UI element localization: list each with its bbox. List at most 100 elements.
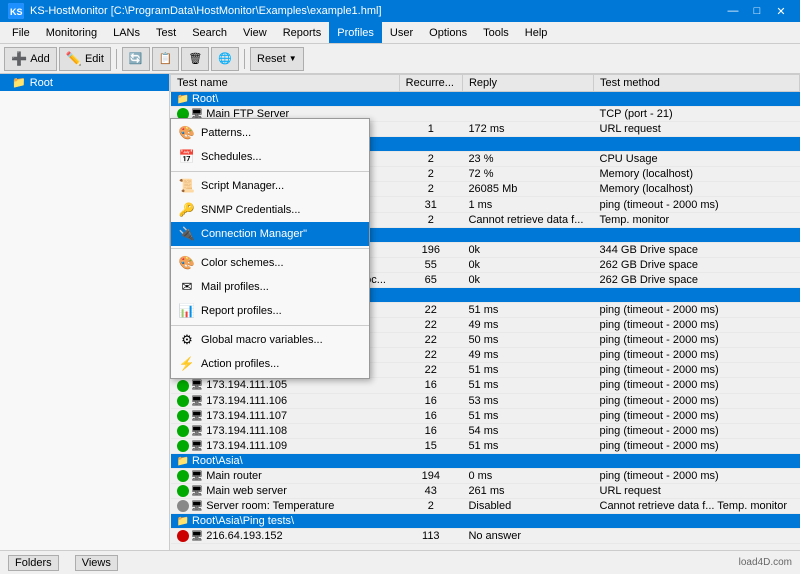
table-row[interactable]: 🖥Server room: Temperature2DisabledCannot…	[171, 499, 800, 514]
table-row[interactable]: 🖥173.194.111.1061653 msping (timeout - 2…	[171, 393, 800, 408]
cell-reply: 51 ms	[462, 408, 593, 423]
toolbar-icon-4[interactable]: 🌐	[211, 47, 239, 71]
cell-status: 2	[399, 182, 462, 197]
row-type-icon: 🖥	[191, 411, 204, 422]
menu-monitoring[interactable]: Monitoring	[38, 22, 105, 43]
cell-status: 22	[399, 363, 462, 378]
menu-color-schemes[interactable]: 🎨 Color schemes...	[171, 251, 369, 275]
cell-name: 📁Root\Asia\Ping tests\	[171, 514, 400, 529]
table-row[interactable]: 🖥Main web server43261 msURL request	[171, 483, 800, 498]
cell-reply: 54 ms	[462, 423, 593, 438]
menu-file[interactable]: File	[4, 22, 38, 43]
menu-tools[interactable]: Tools	[475, 22, 517, 43]
menu-script-manager[interactable]: 📜 Script Manager...	[171, 174, 369, 198]
cell-reply: Disabled	[462, 499, 593, 514]
cell-reply: 0k	[462, 257, 593, 272]
menu-global-macros[interactable]: ⚙ Global macro variables...	[171, 328, 369, 352]
cell-reply: 26085 Mb	[462, 182, 593, 197]
menu-mail-profiles[interactable]: ✉ Mail profiles...	[171, 275, 369, 299]
cell-method: ping (timeout - 2000 ms)	[594, 363, 800, 378]
watermark: load4D.com	[739, 557, 792, 568]
patterns-icon: 🎨	[179, 125, 195, 141]
edit-button[interactable]: ✏️ Edit	[59, 47, 111, 71]
cell-reply: 0k	[462, 272, 593, 287]
cell-reply: Cannot retrieve data f...	[462, 212, 593, 227]
table-row[interactable]: 🖥173.194.111.1091551 msping (timeout - 2…	[171, 438, 800, 453]
window-title: KS-HostMonitor [C:\ProgramData\HostMonit…	[30, 5, 722, 17]
cell-status	[399, 287, 462, 302]
sidebar: 📁 Root	[0, 74, 170, 550]
cell-method: ping (timeout - 2000 ms)	[594, 438, 800, 453]
col-header-name[interactable]: Test name	[171, 75, 400, 92]
row-type-icon: 🖥	[191, 441, 204, 452]
menu-help[interactable]: Help	[517, 22, 556, 43]
menu-options[interactable]: Options	[421, 22, 475, 43]
cell-status	[399, 137, 462, 152]
table-row[interactable]: 📁Root\	[171, 92, 800, 107]
col-header-method[interactable]: Test method	[594, 75, 800, 92]
menu-view[interactable]: View	[235, 22, 275, 43]
menu-profiles[interactable]: Profiles	[329, 22, 382, 43]
cell-method: ping (timeout - 2000 ms)	[594, 302, 800, 317]
add-button[interactable]: ➕ Add	[4, 47, 57, 71]
menu-schedules[interactable]: 📅 Schedules...	[171, 145, 369, 169]
table-row[interactable]: 🖥173.194.111.1081654 msping (timeout - 2…	[171, 423, 800, 438]
status-dot-icon	[177, 380, 189, 392]
menu-patterns[interactable]: 🎨 Patterns...	[171, 121, 369, 145]
menu-report-profiles[interactable]: 📊 Report profiles...	[171, 299, 369, 323]
table-row[interactable]: 🖥173.194.111.1071651 msping (timeout - 2…	[171, 408, 800, 423]
menu-connection-manager[interactable]: 🔌 Connection Manager"	[171, 222, 369, 246]
schedules-icon: 📅	[179, 149, 195, 165]
toolbar: ➕ Add ✏️ Edit 🔄 📋 🗑 🌐 Reset ▼	[0, 44, 800, 74]
reset-button[interactable]: Reset ▼	[250, 47, 304, 71]
cell-status: 22	[399, 348, 462, 363]
table-row[interactable]: 🖥Main router1940 msping (timeout - 2000 …	[171, 468, 800, 483]
col-header-recurrence[interactable]: Recurre...	[399, 75, 462, 92]
cell-method: ping (timeout - 2000 ms)	[594, 318, 800, 333]
table-row[interactable]: 🖥216.64.193.152113No answer	[171, 529, 800, 544]
cell-method: ping (timeout - 2000 ms)	[594, 197, 800, 212]
cell-name: 🖥216.64.193.152	[171, 529, 400, 544]
toolbar-icon-1[interactable]: 🔄	[122, 47, 150, 71]
menu-action-profiles[interactable]: ⚡ Action profiles...	[171, 352, 369, 376]
table-row[interactable]: 🖥173.194.111.1051651 msping (timeout - 2…	[171, 378, 800, 393]
cell-method: ping (timeout - 2000 ms)	[594, 468, 800, 483]
cell-status: 16	[399, 378, 462, 393]
main-area: 📁 Root 🎨 Patterns... 📅 Schedules... 📜 Sc…	[0, 74, 800, 550]
window-controls: — □ ✕	[722, 2, 792, 20]
cell-status: 1	[399, 122, 462, 137]
cell-reply	[462, 227, 593, 242]
menu-test[interactable]: Test	[148, 22, 184, 43]
menu-snmp-credentials[interactable]: 🔑 SNMP Credentials...	[171, 198, 369, 222]
menu-separator-2	[171, 248, 369, 249]
cell-name: 📁Root\	[171, 92, 400, 107]
menu-separator-1	[171, 171, 369, 172]
close-button[interactable]: ✕	[770, 2, 792, 20]
table-row[interactable]: 📁Root\Asia\Ping tests\	[171, 514, 800, 529]
cell-status: 16	[399, 423, 462, 438]
sidebar-item-root[interactable]: 📁 Root	[0, 74, 169, 91]
row-type-icon: 🖥	[191, 426, 204, 437]
folders-tab[interactable]: Folders	[8, 555, 59, 571]
cell-method	[594, 227, 800, 242]
cell-status	[399, 514, 462, 529]
menu-lans[interactable]: LANs	[105, 22, 148, 43]
table-row[interactable]: 📁Root\Asia\	[171, 453, 800, 468]
maximize-button[interactable]: □	[746, 2, 768, 20]
cell-method	[594, 514, 800, 529]
menu-reports[interactable]: Reports	[275, 22, 330, 43]
views-tab[interactable]: Views	[75, 555, 118, 571]
status-dot-icon	[177, 410, 189, 422]
menu-search[interactable]: Search	[184, 22, 235, 43]
toolbar-icon-2[interactable]: 📋	[152, 47, 180, 71]
menu-user[interactable]: User	[382, 22, 421, 43]
cell-method: 262 GB Drive space	[594, 257, 800, 272]
toolbar-icon-3[interactable]: 🗑	[181, 47, 209, 71]
snmp-icon: 🔑	[179, 202, 195, 218]
cell-method	[594, 287, 800, 302]
col-header-reply[interactable]: Reply	[462, 75, 593, 92]
cell-status	[399, 107, 462, 122]
minimize-button[interactable]: —	[722, 2, 744, 20]
cell-reply: 172 ms	[462, 122, 593, 137]
cell-name: 📁Root\Asia\	[171, 453, 400, 468]
